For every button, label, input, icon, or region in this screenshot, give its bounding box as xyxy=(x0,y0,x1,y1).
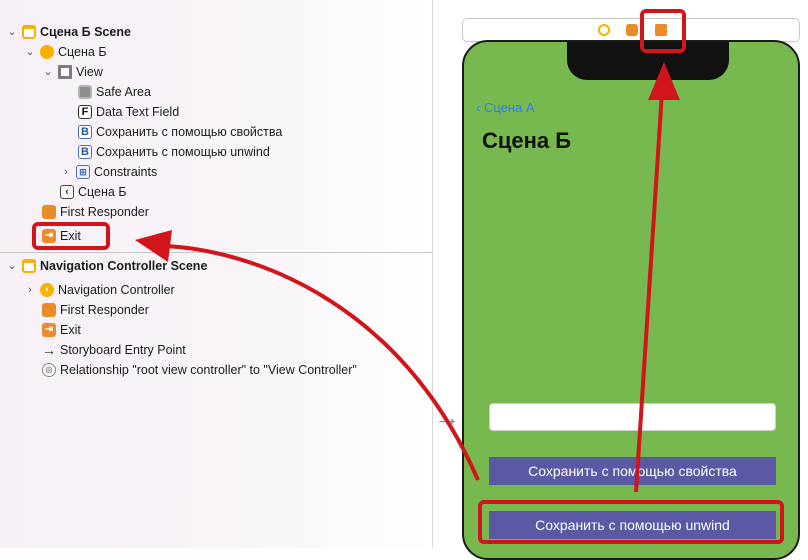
outline-item-label: Navigation Controller xyxy=(58,283,175,297)
exit-icon: ⇥ xyxy=(42,323,56,337)
chevron-down-icon[interactable]: ⌄ xyxy=(24,42,36,62)
outline-item-label: Сцена Б xyxy=(58,45,107,59)
outline-constraints[interactable]: › ⊞ Constraints xyxy=(60,162,157,182)
scene-title: Navigation Controller Scene xyxy=(40,259,208,273)
safe-area-icon xyxy=(78,85,92,99)
outline-item-label: Сцена Б xyxy=(78,185,127,199)
outline-item-label: Сохранить с помощью свойства xyxy=(96,125,283,139)
outline-navigation-controller[interactable]: › ‹ Navigation Controller xyxy=(24,280,175,300)
outline-scene-b[interactable]: ⌄ Сцена Б Scene xyxy=(6,22,131,42)
chevron-down-icon[interactable]: ⌄ xyxy=(6,256,18,276)
outline-nav-exit[interactable]: ⇥ Exit xyxy=(42,320,81,340)
outline-navigation-item[interactable]: ‹ Сцена Б xyxy=(60,182,127,202)
back-button-label: Сцена А xyxy=(483,100,535,115)
button-icon: B xyxy=(78,125,92,139)
first-responder-icon xyxy=(42,303,56,317)
first-responder-icon[interactable] xyxy=(626,24,638,36)
outline-button-property[interactable]: B Сохранить с помощью свойства xyxy=(78,122,282,142)
outline-item-label: First Responder xyxy=(60,303,149,317)
arrow-right-icon: → xyxy=(42,342,56,358)
outline-item-label: Constraints xyxy=(94,165,158,179)
dock-exit-highlight xyxy=(640,9,686,53)
outline-item-label: View xyxy=(76,65,103,79)
chevron-right-icon[interactable]: › xyxy=(60,162,72,182)
outline-nav-first-responder[interactable]: First Responder xyxy=(42,300,149,320)
outline-navigation-scene[interactable]: ⌄ Navigation Controller Scene xyxy=(6,256,207,276)
outline-item-label: Data Text Field xyxy=(96,105,180,119)
outline-view[interactable]: ⌄ View xyxy=(42,62,103,82)
outline-button-unwind[interactable]: B Сохранить с помощью unwind xyxy=(78,142,270,162)
outline-first-responder[interactable]: First Responder xyxy=(42,202,149,222)
outline-item-label: Сохранить с помощью unwind xyxy=(96,145,270,159)
view-controller-icon xyxy=(40,45,54,59)
button-icon: B xyxy=(78,145,92,159)
outline-relationship[interactable]: ◎ Relationship "root view controller" to… xyxy=(42,360,357,380)
document-outline: ⌄ Сцена Б Scene ⌄ Сцена Б ⌄ View Safe Ar… xyxy=(0,0,432,548)
exit-highlight xyxy=(32,222,110,250)
scene-dock xyxy=(462,18,800,42)
chevron-down-icon[interactable]: ⌄ xyxy=(42,62,54,82)
view-controller-icon[interactable] xyxy=(598,24,610,36)
data-text-field[interactable] xyxy=(489,403,776,431)
outline-item-label: Storyboard Entry Point xyxy=(60,343,186,357)
back-button[interactable]: ‹ Сцена А xyxy=(476,100,535,115)
constraints-icon: ⊞ xyxy=(76,165,90,179)
unwind-button-highlight xyxy=(478,500,784,544)
navigation-item-icon: ‹ xyxy=(60,185,74,199)
navigation-title: Сцена Б xyxy=(482,128,572,153)
outline-safe-area[interactable]: Safe Area xyxy=(78,82,151,102)
outline-item-label: Relationship "root view controller" to "… xyxy=(60,363,357,377)
chevron-right-icon[interactable]: › xyxy=(24,280,36,300)
outline-item-label: Exit xyxy=(60,323,81,337)
save-with-property-button[interactable]: Сохранить с помощью свойства xyxy=(489,457,776,485)
outline-view-controller[interactable]: ⌄ Сцена Б xyxy=(24,42,107,62)
outline-item-label: Safe Area xyxy=(96,85,151,99)
view-controller-icon: ‹ xyxy=(40,283,54,297)
view-icon xyxy=(58,65,72,79)
scene-icon xyxy=(22,25,36,39)
scene-title: Сцена Б Scene xyxy=(40,25,131,39)
scene-b-view[interactable]: ‹ Сцена А Сцена Б Сохранить с помощью св… xyxy=(462,40,800,560)
relationship-icon: ◎ xyxy=(42,363,56,377)
scene-divider xyxy=(0,252,432,253)
outline-entry-point[interactable]: → Storyboard Entry Point xyxy=(42,340,186,360)
first-responder-icon xyxy=(42,205,56,219)
scene-icon xyxy=(22,259,36,273)
outline-text-field[interactable]: F Data Text Field xyxy=(78,102,179,122)
text-field-icon: F xyxy=(78,105,92,119)
chevron-down-icon[interactable]: ⌄ xyxy=(6,22,18,42)
outline-item-label: First Responder xyxy=(60,205,149,219)
entry-arrow-icon: → xyxy=(434,402,460,432)
